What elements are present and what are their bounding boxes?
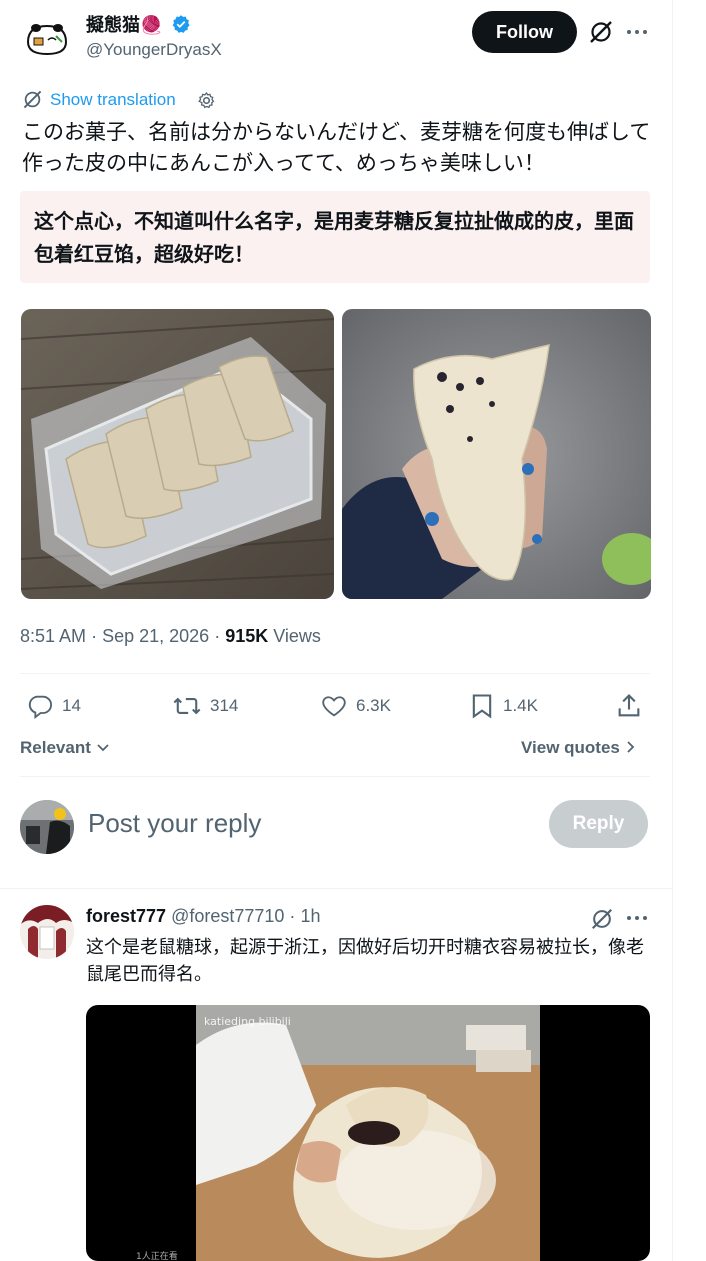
reply-text: 这个是老鼠糖球，起源于浙江，因做好后切开时糖衣容易被拉长，像老鼠尾巴而得名。 bbox=[86, 937, 644, 985]
show-translation-link[interactable]: Show translation bbox=[50, 90, 176, 110]
follow-button[interactable]: Follow bbox=[472, 11, 577, 53]
repost-action[interactable]: 314 bbox=[172, 690, 238, 722]
separator-dot: · bbox=[91, 626, 103, 646]
translation-box: 这个点心，不知道叫什么名字，是用麦芽糖反复拉扯做成的皮，里面包着红豆馅，超级好吃… bbox=[20, 191, 650, 283]
views-label: Views bbox=[273, 626, 321, 646]
reply-action[interactable]: 14 bbox=[26, 690, 81, 722]
video-viewer-count: 1人正在看 bbox=[136, 1252, 178, 1261]
reply-count: 14 bbox=[62, 696, 81, 715]
reply-display-name[interactable]: forest777 bbox=[86, 906, 166, 926]
divider bbox=[0, 888, 672, 889]
translate-grok-icon[interactable] bbox=[22, 89, 43, 110]
display-name-text[interactable]: 擬態猫🧶 bbox=[86, 15, 162, 36]
chevron-down-icon bbox=[96, 740, 110, 754]
heart-icon bbox=[320, 692, 348, 720]
post-time[interactable]: 8:51 AM bbox=[20, 626, 86, 646]
reply-time[interactable]: 1h bbox=[300, 906, 320, 926]
reply-header: forest777 @forest77710 · 1h bbox=[86, 906, 320, 927]
reply-button[interactable]: Reply bbox=[549, 800, 648, 848]
divider bbox=[20, 776, 650, 777]
view-quotes-link[interactable]: View quotes bbox=[521, 738, 637, 758]
video-watermark: katieding bilibili bbox=[204, 1015, 291, 1028]
post-original-text: このお菓子、名前は分からないんだけど、麦芽糖を何度も伸ばして作った皮の中にあんこ… bbox=[22, 120, 651, 175]
verified-badge-icon bbox=[171, 14, 191, 34]
repost-icon bbox=[172, 692, 202, 720]
bookmark-action[interactable]: 1.4K bbox=[469, 690, 538, 722]
translation-settings-icon[interactable] bbox=[197, 91, 216, 110]
reply-grok-icon[interactable] bbox=[590, 907, 614, 931]
current-user-avatar[interactable] bbox=[20, 800, 74, 854]
reply-input[interactable]: Post your reply bbox=[88, 808, 261, 839]
sort-relevant-dropdown[interactable]: Relevant bbox=[20, 738, 110, 758]
main-column: 擬態猫🧶 @YoungerDryasX Follow Show translat… bbox=[0, 0, 673, 1261]
post-image-2[interactable] bbox=[342, 309, 651, 599]
divider bbox=[20, 673, 650, 674]
reply-icon bbox=[26, 692, 54, 720]
reply-author-avatar[interactable] bbox=[20, 905, 74, 959]
author-avatar[interactable] bbox=[20, 12, 74, 66]
post-timestamp: 8:51 AM · Sep 21, 2026 · 915K Views bbox=[20, 626, 321, 647]
grok-icon[interactable] bbox=[588, 19, 614, 45]
separator-dot: · bbox=[214, 626, 226, 646]
reply-handle[interactable]: @forest77710 bbox=[171, 906, 284, 926]
like-count: 6.3K bbox=[356, 696, 391, 715]
post-date[interactable]: Sep 21, 2026 bbox=[102, 626, 209, 646]
reply-video[interactable]: katieding bilibili 1人正在看 bbox=[86, 1005, 650, 1261]
author-handle[interactable]: @YoungerDryasX bbox=[86, 40, 222, 60]
views-count: 915K bbox=[225, 626, 269, 646]
bookmark-count: 1.4K bbox=[503, 696, 538, 715]
share-icon[interactable] bbox=[616, 692, 642, 720]
chevron-right-icon bbox=[625, 740, 637, 754]
translated-text: 这个点心，不知道叫什么名字，是用麦芽糖反复拉扯做成的皮，里面包着红豆馅，超级好吃… bbox=[34, 209, 634, 266]
like-action[interactable]: 6.3K bbox=[320, 690, 391, 722]
sort-label: Relevant bbox=[20, 738, 91, 757]
reply-more-options-icon[interactable] bbox=[626, 914, 648, 922]
post-image-1[interactable] bbox=[21, 309, 334, 599]
more-options-icon[interactable] bbox=[626, 28, 648, 36]
bookmark-icon bbox=[469, 692, 495, 720]
author-display-name[interactable]: 擬態猫🧶 bbox=[86, 11, 191, 37]
separator-dot: · bbox=[289, 906, 296, 926]
repost-count: 314 bbox=[210, 696, 239, 715]
view-quotes-label: View quotes bbox=[521, 738, 620, 757]
